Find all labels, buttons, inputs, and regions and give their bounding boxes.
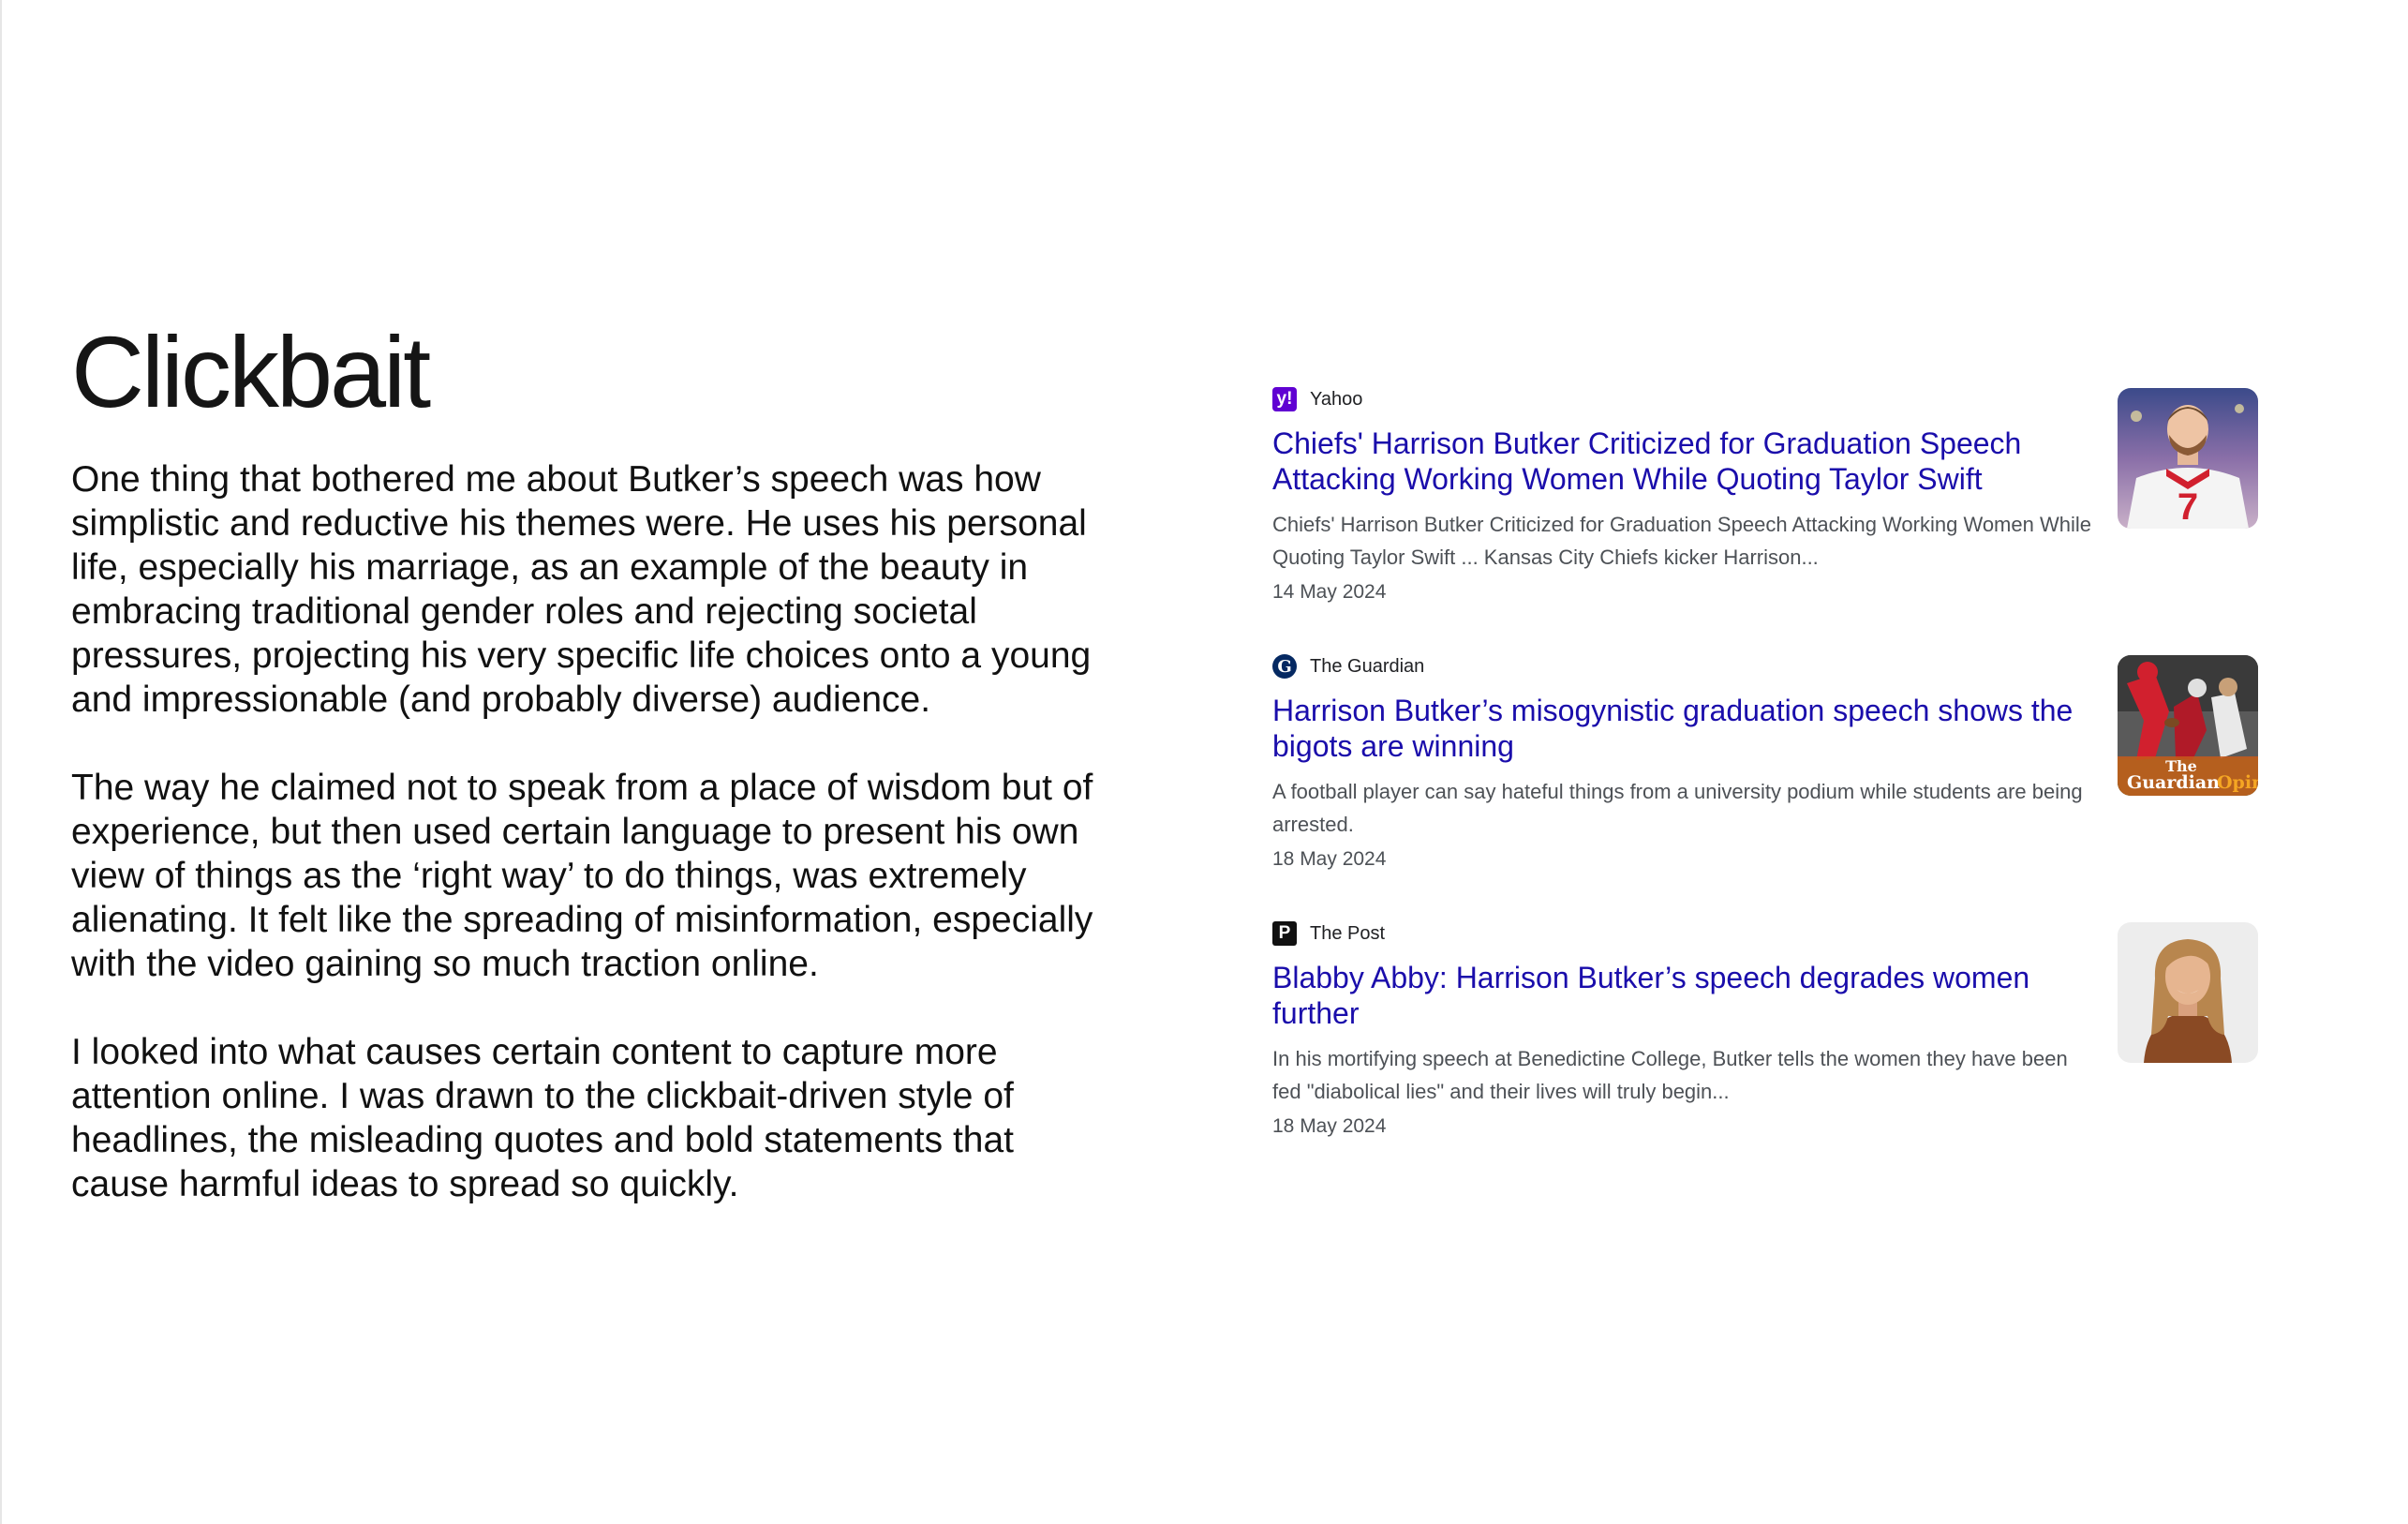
result-headline-link[interactable]: Harrison Butker’s misogynistic graduatio… (1272, 693, 2097, 764)
source-name: The Post (1310, 922, 1386, 944)
result-date: 18 May 2024 (1272, 848, 1387, 870)
guardian-caption-opinion: Opin (2217, 772, 2258, 793)
slide-left-edge (0, 0, 2, 1524)
paragraph-1: One thing that bothered me about Butker’… (71, 459, 1092, 720)
post-favicon-icon: P (1272, 921, 1297, 946)
guardian-favicon-icon: G (1272, 654, 1297, 679)
result-date: 14 May 2024 (1272, 581, 1387, 603)
slide-title: Clickbait (71, 315, 431, 428)
source-name: Yahoo (1310, 388, 1363, 410)
football-kick-photo: The Guardian Opin (2118, 655, 2258, 796)
news-results: y! Yahoo Chiefs' Harrison Butker Critici… (1272, 386, 2267, 1188)
paragraph-2: The way he claimed not to speak from a p… (71, 768, 1093, 984)
news-result: G The Guardian Harrison Butker’s misogyn… (1272, 653, 2267, 920)
woman-portrait-photo (2118, 922, 2258, 1063)
body-text: One thing that bothered me about Butker’… (71, 457, 1121, 1250)
source-name: The Guardian (1310, 655, 1425, 677)
yahoo-favicon-icon: y! (1272, 387, 1297, 411)
result-headline-link[interactable]: Chiefs' Harrison Butker Criticized for G… (1272, 426, 2097, 497)
football-kick-thumbnail[interactable]: The Guardian Opin (2118, 655, 2258, 796)
guardian-caption-guardian: Guardian (2127, 772, 2220, 793)
result-date: 18 May 2024 (1272, 1115, 1387, 1137)
paragraph-3: I looked into what causes certain conten… (71, 1032, 1015, 1204)
svg-text:7: 7 (2178, 486, 2198, 528)
football-player-thumbnail[interactable]: 7 (2118, 388, 2258, 529)
news-result: y! Yahoo Chiefs' Harrison Butker Critici… (1272, 386, 2267, 653)
football-player-photo: 7 (2118, 388, 2258, 529)
result-headline-link[interactable]: Blabby Abby: Harrison Butker’s speech de… (1272, 960, 2097, 1031)
result-snippet: Chiefs' Harrison Butker Criticized for G… (1272, 513, 2091, 569)
woman-portrait-thumbnail[interactable] (2118, 922, 2258, 1063)
result-snippet: A football player can say hateful things… (1272, 780, 2083, 836)
news-result: P The Post Blabby Abby: Harrison Butker’… (1272, 920, 2267, 1188)
result-snippet: In his mortifying speech at Benedictine … (1272, 1047, 2068, 1103)
